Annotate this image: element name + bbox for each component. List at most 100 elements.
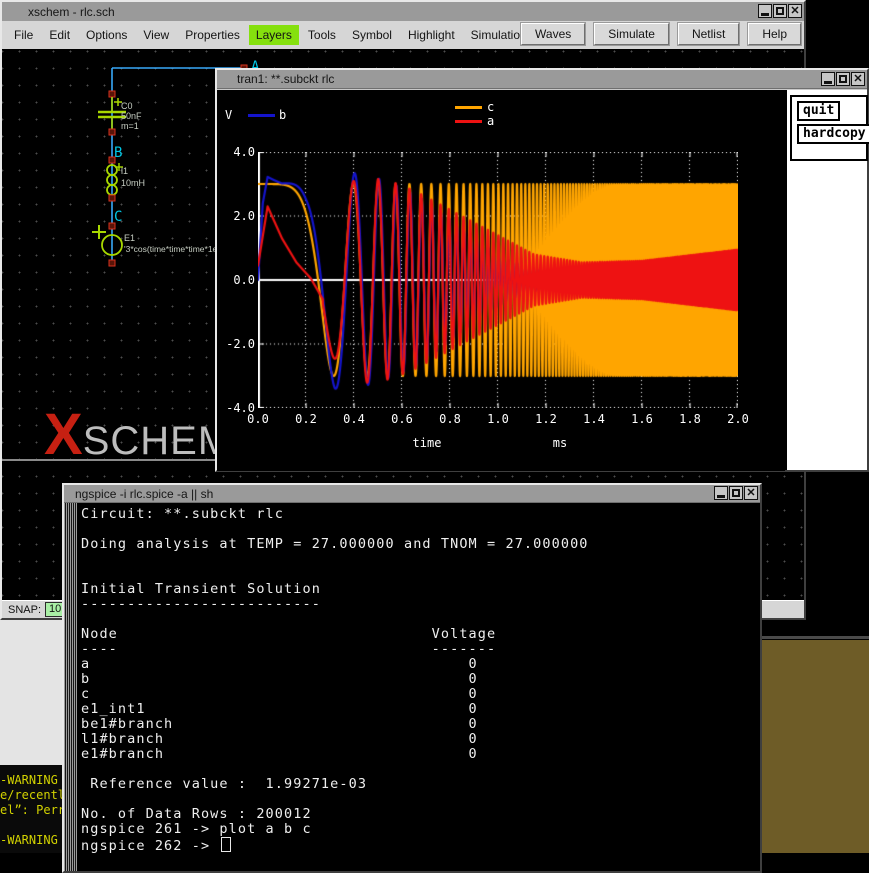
terminal-line: e1#branch 0 (81, 747, 760, 762)
help-button[interactable]: Help (748, 23, 801, 45)
terminal-line (81, 762, 760, 777)
terminal-line: a 0 (81, 657, 760, 672)
close-icon[interactable]: ✕ (744, 486, 758, 500)
terminal-output: Circuit: **.subckt rlc Doing analysis at… (81, 507, 760, 871)
inductor-ref: l1 (121, 166, 128, 176)
waveform-plot: V bca 4.02.00.0-2.0-4.00.00.20.40.60.81.… (217, 90, 785, 471)
legend-dash-b (248, 114, 275, 117)
terminal-window-title: ngspice -i rlc.spice -a || sh (75, 487, 213, 501)
terminal-line: No. of Data Rows : 200012 (81, 807, 760, 822)
minimize-icon[interactable] (758, 4, 772, 18)
x-tick-label: 0.0 (238, 412, 278, 426)
y-tick-label: 2.0 (219, 209, 255, 223)
xschem-window-title: xschem - rlc.sch (28, 5, 115, 19)
x-tick-label: 1.4 (574, 412, 614, 426)
warning-line: el”: Perr (0, 803, 66, 818)
inductor-value: 10mH (121, 178, 145, 188)
menu-tools[interactable]: Tools (301, 25, 343, 45)
terminal-line: l1#branch 0 (81, 732, 760, 747)
close-icon[interactable]: ✕ (851, 72, 865, 86)
pin-e1-bottom (109, 260, 115, 266)
simulate-button[interactable]: Simulate (594, 23, 669, 45)
legend-dash-c (455, 106, 482, 109)
terminal-line: Node Voltage (81, 627, 760, 642)
menu-file[interactable]: File (7, 25, 40, 45)
legend-label-b: b (279, 108, 286, 122)
netlist-button[interactable]: Netlist (678, 23, 739, 45)
waveform-canvas (258, 152, 738, 408)
maximize-icon[interactable] (729, 486, 743, 500)
terminal-scrollbar[interactable] (64, 503, 77, 871)
background-window-edge (2, 459, 220, 461)
maximize-icon[interactable] (836, 72, 850, 86)
x-axis-unit: ms (520, 436, 600, 450)
plot-control-panel: quit hardcopy (785, 90, 867, 470)
terminal-line: Initial Transient Solution (81, 582, 760, 597)
terminal-line: ---- ------- (81, 642, 760, 657)
terminal-line: c 0 (81, 687, 760, 702)
capacitor-value: 50nF (121, 111, 142, 121)
menu-options[interactable]: Options (79, 25, 134, 45)
quit-button[interactable]: quit (797, 101, 840, 121)
terminal-content: Circuit: **.subckt rlc Doing analysis at… (64, 503, 760, 871)
minimize-icon[interactable] (714, 486, 728, 500)
plot-button-box: quit hardcopy (790, 95, 868, 161)
pin-l1-bottom (109, 195, 115, 201)
y-axis-unit: V (225, 108, 232, 122)
menu-properties[interactable]: Properties (178, 25, 247, 45)
source-ref: E1 (124, 233, 135, 243)
ngspice-terminal-window: ngspice -i rlc.spice -a || sh ✕ Circuit:… (62, 483, 762, 873)
menu-highlight[interactable]: Highlight (401, 25, 462, 45)
legend-label-a: a (487, 114, 494, 128)
tran1-window-title: tran1: **.subckt rlc (237, 72, 334, 86)
terminal-line (81, 612, 760, 627)
menu-view[interactable]: View (136, 25, 176, 45)
y-tick-label: -2.0 (219, 337, 255, 351)
snap-label: SNAP: (8, 604, 41, 616)
x-tick-label: 1.8 (670, 412, 710, 426)
xschem-logo: XSCHEM (44, 401, 232, 468)
maximize-icon[interactable] (773, 4, 787, 18)
menu-symbol[interactable]: Symbol (345, 25, 399, 45)
tran1-titlebar[interactable]: tran1: **.subckt rlc ✕ (217, 70, 867, 89)
terminal-line (81, 792, 760, 807)
warning-line: e/recently (0, 788, 66, 803)
terminal-line: Doing analysis at TEMP = 27.000000 and T… (81, 537, 760, 552)
pin-c (109, 223, 115, 229)
x-tick-label: 1.6 (622, 412, 662, 426)
close-icon[interactable]: ✕ (788, 4, 802, 18)
terminal-prompt[interactable]: ngspice 262 -> (81, 837, 760, 854)
menu-edit[interactable]: Edit (42, 25, 77, 45)
xschem-menubar: FileEditOptionsViewPropertiesLayersTools… (2, 21, 804, 50)
pin-b (109, 157, 115, 163)
terminal-line: e1_int1 0 (81, 702, 760, 717)
capacitor-ref: C0 (121, 101, 133, 111)
pin-c0-bottom (109, 129, 115, 135)
terminal-cursor (221, 837, 231, 852)
xschem-titlebar[interactable]: xschem - rlc.sch ✕ (2, 2, 804, 22)
terminal-line: b 0 (81, 672, 760, 687)
background-white-window (0, 620, 67, 765)
x-tick-label: 2.0 (718, 412, 758, 426)
waves-button[interactable]: Waves (521, 23, 585, 45)
x-axis-label: time (387, 436, 467, 450)
capacitor-extra: m=1 (121, 121, 139, 131)
background-warning-terminal: -WARNINGe/recentlyel”: Perr -WARNING (0, 765, 66, 853)
terminal-line: be1#branch 0 (81, 717, 760, 732)
warning-line (0, 818, 66, 833)
terminal-line (81, 567, 760, 582)
x-tick-label: 0.4 (334, 412, 374, 426)
warning-line: -WARNING (0, 833, 66, 848)
terminal-titlebar[interactable]: ngspice -i rlc.spice -a || sh ✕ (64, 485, 760, 503)
y-tick-label: 4.0 (219, 145, 255, 159)
pin-c0-top (109, 91, 115, 97)
terminal-line: ngspice 261 -> plot a b c (81, 822, 760, 837)
tran1-plot-window: tran1: **.subckt rlc ✕ V bca 4.02.00.0-2… (215, 68, 869, 472)
y-tick-label: 0.0 (219, 273, 255, 287)
legend-dash-a (455, 120, 482, 123)
minimize-icon[interactable] (821, 72, 835, 86)
x-tick-label: 1.2 (526, 412, 566, 426)
hardcopy-button[interactable]: hardcopy (797, 124, 869, 144)
menu-layers[interactable]: Layers (249, 25, 299, 45)
terminal-line (81, 522, 760, 537)
